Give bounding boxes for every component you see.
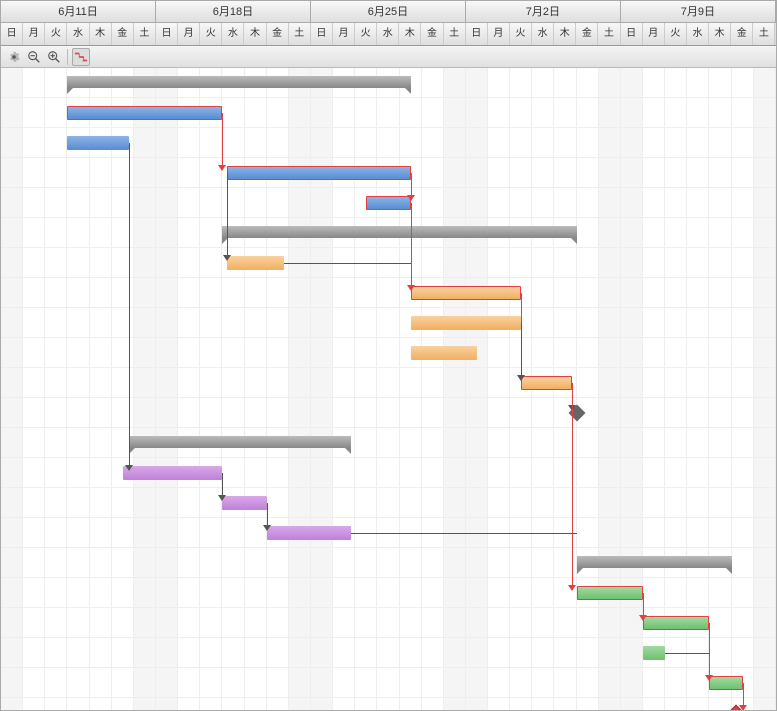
day-header-cell: 火 — [200, 23, 222, 45]
day-header-cell: 日 — [466, 23, 488, 45]
task-bar[interactable] — [222, 496, 266, 510]
task-bar[interactable] — [521, 376, 572, 390]
summary-bar[interactable] — [222, 226, 576, 238]
day-header-cell: 火 — [355, 23, 377, 45]
task-bar[interactable] — [411, 316, 522, 330]
day-header-cell: 月 — [178, 23, 200, 45]
day-header-cell: 木 — [90, 23, 112, 45]
day-header-cell: 土 — [134, 23, 156, 45]
day-header-cell: 水 — [687, 23, 709, 45]
day-header-cell: 金 — [112, 23, 134, 45]
day-header-cell: 木 — [709, 23, 731, 45]
week-header-cell: 6月11日 — [1, 1, 156, 22]
day-header-cell: 月 — [643, 23, 665, 45]
gantt-bars — [1, 68, 776, 711]
day-header-cell: 月 — [23, 23, 45, 45]
day-header-cell: 水 — [67, 23, 89, 45]
task-bar[interactable] — [411, 286, 522, 300]
day-header-cell: 土 — [753, 23, 775, 45]
task-bar[interactable] — [227, 166, 411, 180]
gantt-toolbar — [1, 46, 776, 68]
day-header-cell: 金 — [576, 23, 598, 45]
gantt-chart: 6月11日6月18日6月25日7月2日7月9日 日月火水木金土日月火水木金土日月… — [0, 0, 777, 711]
task-bar[interactable] — [267, 526, 351, 540]
day-header-cell: 日 — [156, 23, 178, 45]
day-header-cell: 月 — [488, 23, 510, 45]
day-header-cell: 火 — [665, 23, 687, 45]
day-header-cell: 土 — [598, 23, 620, 45]
day-header-cell: 金 — [267, 23, 289, 45]
week-header-row: 6月11日6月18日6月25日7月2日7月9日 — [1, 1, 776, 23]
day-header-cell: 日 — [1, 23, 23, 45]
day-header-cell: 水 — [377, 23, 399, 45]
day-header-cell: 火 — [45, 23, 67, 45]
week-header-cell: 7月9日 — [621, 1, 776, 22]
day-header-cell: 日 — [621, 23, 643, 45]
timeline-header: 6月11日6月18日6月25日7月2日7月9日 日月火水木金土日月火水木金土日月… — [1, 1, 776, 46]
task-bar[interactable] — [67, 106, 222, 120]
task-bar[interactable] — [643, 646, 665, 660]
task-bar[interactable] — [123, 466, 223, 480]
summary-bar[interactable] — [577, 556, 732, 568]
day-header-cell: 土 — [289, 23, 311, 45]
day-header-cell: 木 — [399, 23, 421, 45]
day-header-cell: 金 — [421, 23, 443, 45]
week-header-cell: 6月25日 — [311, 1, 466, 22]
critical-path-button[interactable] — [72, 48, 90, 66]
day-header-cell: 木 — [244, 23, 266, 45]
summary-bar[interactable] — [67, 76, 410, 88]
day-header-cell: 木 — [554, 23, 576, 45]
summary-bar[interactable] — [129, 436, 350, 448]
task-bar[interactable] — [67, 136, 129, 150]
week-header-cell: 6月18日 — [156, 1, 311, 22]
task-bar[interactable] — [577, 586, 643, 600]
week-header-cell: 7月2日 — [466, 1, 621, 22]
zoom-in-button[interactable] — [45, 48, 63, 66]
zoom-out-button[interactable] — [25, 48, 43, 66]
task-bar[interactable] — [709, 676, 742, 690]
day-header-cell: 水 — [222, 23, 244, 45]
task-bar[interactable] — [227, 256, 285, 270]
task-bar[interactable] — [643, 616, 709, 630]
gantt-body[interactable] — [1, 68, 776, 711]
settings-button[interactable] — [5, 48, 23, 66]
day-header-cell: 土 — [444, 23, 466, 45]
day-header-cell: 水 — [532, 23, 554, 45]
task-bar[interactable] — [411, 346, 477, 360]
day-header-row: 日月火水木金土日月火水木金土日月火水木金土日月火水木金土日月火水木金土 — [1, 23, 776, 45]
task-bar[interactable] — [366, 196, 410, 210]
day-header-cell: 日 — [311, 23, 333, 45]
day-header-cell: 金 — [731, 23, 753, 45]
toolbar-separator — [67, 49, 68, 65]
day-header-cell: 火 — [510, 23, 532, 45]
day-header-cell: 月 — [333, 23, 355, 45]
